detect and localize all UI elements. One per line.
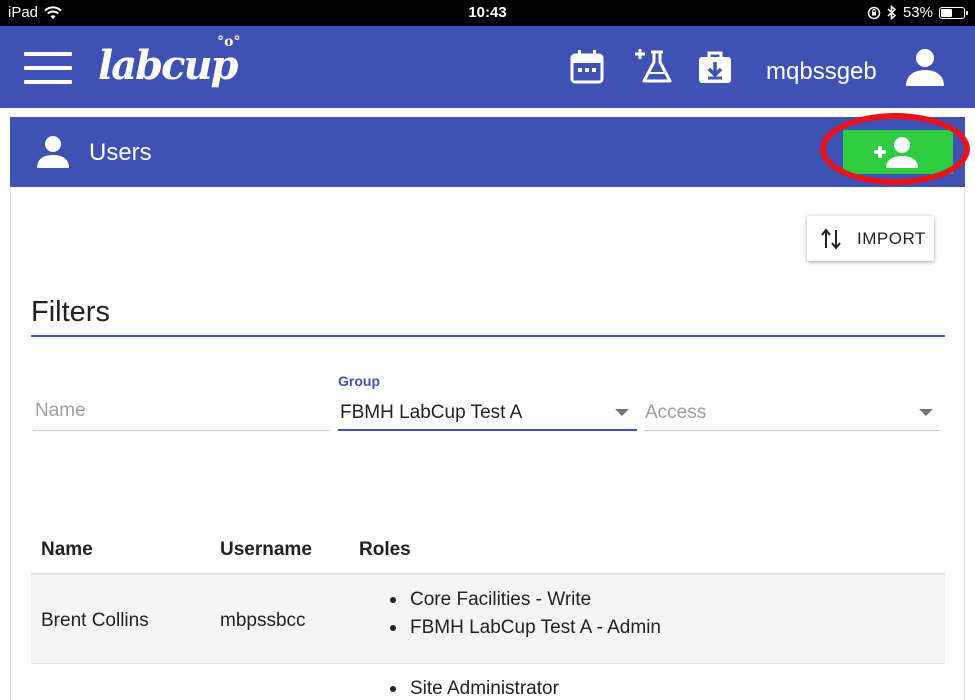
- user-roles-list: Core Facilities - Write FBMH LabCup Test…: [388, 586, 661, 642]
- group-filter-select[interactable]: FBMH LabCup Test A: [338, 395, 637, 431]
- group-filter-label: Group: [338, 373, 380, 389]
- group-filter-value: FBMH LabCup Test A: [340, 402, 523, 423]
- status-bar: iPad 10:43 53%: [0, 0, 975, 26]
- page-title: Users: [89, 139, 152, 166]
- column-header-name[interactable]: Name: [41, 539, 93, 561]
- add-experiment-flask-icon[interactable]: [632, 46, 672, 86]
- logo-bubbles: °o°: [217, 34, 241, 50]
- import-button[interactable]: IMPORT: [807, 216, 934, 261]
- import-label: IMPORT: [857, 229, 926, 248]
- user-username-cell: mbpssbcc: [220, 610, 306, 631]
- role-item: Site Administrator: [388, 675, 559, 700]
- chevron-down-icon[interactable]: [615, 409, 629, 416]
- menu-icon[interactable]: [24, 52, 72, 84]
- calendar-icon[interactable]: [568, 48, 606, 86]
- user-icon: [37, 136, 69, 168]
- chevron-down-icon[interactable]: [919, 409, 933, 416]
- column-header-username[interactable]: Username: [220, 539, 312, 561]
- add-user-button[interactable]: [843, 130, 953, 174]
- download-toolbox-icon[interactable]: [696, 48, 734, 86]
- add-user-icon: [874, 137, 918, 168]
- filters-divider: [31, 335, 945, 337]
- battery-percent: 53%: [902, 4, 933, 21]
- orientation-lock-icon: [867, 6, 881, 19]
- name-filter[interactable]: [33, 395, 330, 431]
- table-row[interactable]: Brent Collins mbpssbcc Core Facilities -…: [31, 575, 945, 664]
- user-name-cell: Brent Collins: [41, 610, 149, 631]
- column-header-roles: Roles: [359, 539, 411, 560]
- role-item: FBMH LabCup Test A - Admin: [388, 614, 661, 642]
- access-filter-placeholder: Access: [645, 402, 707, 423]
- app-bar: labcup °o° mqbssgeb: [0, 26, 975, 108]
- logo-text: labcup: [98, 42, 238, 89]
- access-filter-select[interactable]: Access: [644, 395, 941, 431]
- bluetooth-icon: [887, 5, 897, 20]
- username-label[interactable]: mqbssgeb: [766, 58, 877, 86]
- account-icon[interactable]: [904, 46, 946, 88]
- status-right: 53%: [867, 4, 968, 21]
- table-row[interactable]: Site Administrator: [31, 665, 945, 700]
- filters-heading: Filters: [31, 296, 110, 328]
- role-item: Core Facilities - Write: [388, 586, 661, 614]
- swap-vertical-icon: [821, 228, 841, 250]
- page-header: Users: [10, 113, 970, 187]
- labcup-logo[interactable]: labcup °o°: [98, 34, 241, 89]
- battery-icon: [939, 6, 968, 19]
- status-time: 10:43: [468, 4, 507, 21]
- user-roles-list: Site Administrator: [388, 675, 559, 700]
- name-filter-input[interactable]: [33, 395, 330, 427]
